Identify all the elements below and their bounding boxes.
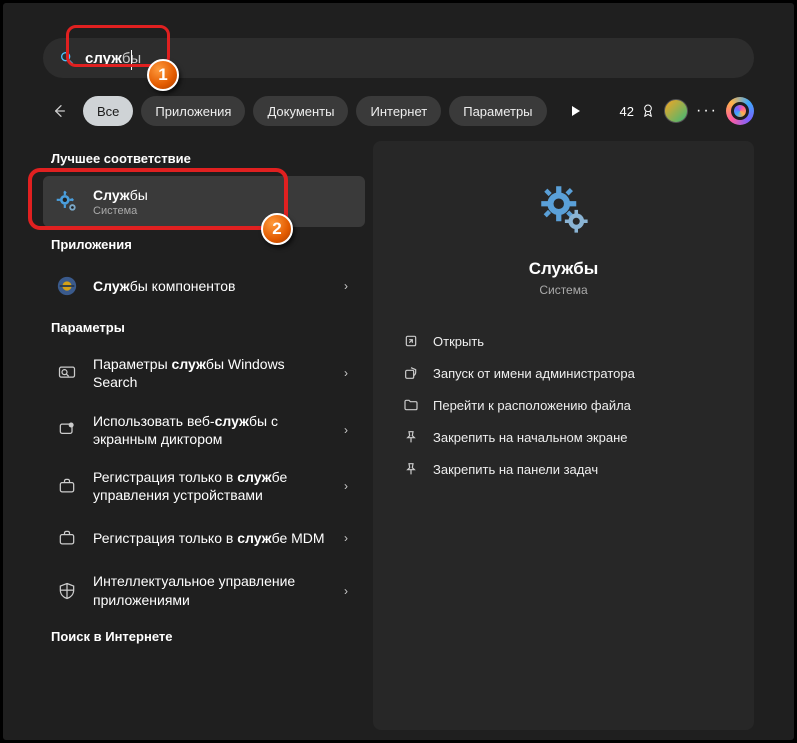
pin-icon bbox=[403, 429, 419, 445]
action-label: Перейти к расположению файла bbox=[433, 398, 631, 413]
back-button[interactable] bbox=[43, 95, 75, 127]
action-pin-taskbar[interactable]: Закрепить на панели задач bbox=[393, 453, 734, 485]
filter-all[interactable]: Все bbox=[83, 96, 133, 126]
open-icon bbox=[403, 333, 419, 349]
setting-device-mgmt[interactable]: Регистрация только в службе управления у… bbox=[43, 458, 365, 514]
briefcase-icon bbox=[53, 524, 81, 552]
setting-smart-app-control[interactable]: Интеллектуальное управление приложениями… bbox=[43, 562, 365, 618]
chevron-right-icon: › bbox=[337, 479, 355, 493]
result-title: Интеллектуальное управление приложениями bbox=[93, 572, 325, 608]
result-title: Регистрация только в службе управления у… bbox=[93, 468, 325, 504]
chevron-right-icon: › bbox=[337, 366, 355, 380]
copilot-icon[interactable] bbox=[726, 97, 754, 125]
results-column: Лучшее соответствие bbox=[43, 141, 365, 730]
best-match-item[interactable]: Службы Система bbox=[43, 176, 365, 227]
filter-more-button[interactable] bbox=[561, 96, 591, 126]
search-input[interactable]: службы bbox=[85, 50, 141, 67]
detail-title: Службы bbox=[393, 259, 734, 279]
action-open[interactable]: Открыть bbox=[393, 325, 734, 357]
action-run-as-admin[interactable]: Запуск от имени администратора bbox=[393, 357, 734, 389]
action-label: Закрепить на начальном экране bbox=[433, 430, 628, 445]
chevron-right-icon: › bbox=[337, 279, 355, 293]
result-title: Регистрация только в службе MDM bbox=[93, 529, 325, 547]
filter-documents[interactable]: Документы bbox=[253, 96, 348, 126]
briefcase-icon bbox=[53, 472, 81, 500]
annotation-marker-2: 2 bbox=[261, 213, 293, 245]
section-web: Поиск в Интернете bbox=[43, 619, 365, 654]
best-match-title: Службы bbox=[93, 186, 355, 204]
app-component-services[interactable]: Службы компонентов › bbox=[43, 262, 365, 310]
filter-settings[interactable]: Параметры bbox=[449, 96, 546, 126]
medal-icon bbox=[640, 103, 656, 119]
user-avatar[interactable] bbox=[664, 99, 688, 123]
shield-icon bbox=[53, 577, 81, 605]
services-icon bbox=[53, 188, 81, 216]
chevron-right-icon: › bbox=[337, 584, 355, 598]
start-search-window: службы 1 Все Приложения Документы Интерн… bbox=[0, 0, 797, 743]
result-title: Использовать веб-службы с экранным дикто… bbox=[93, 412, 325, 448]
search-settings-icon bbox=[53, 359, 81, 387]
play-icon bbox=[571, 106, 581, 116]
search-icon bbox=[59, 50, 75, 66]
annotation-marker-1: 1 bbox=[147, 59, 179, 91]
result-title: Параметры службы Windows Search bbox=[93, 355, 325, 391]
section-best-match: Лучшее соответствие bbox=[43, 141, 365, 176]
filter-web[interactable]: Интернет bbox=[356, 96, 441, 126]
narrator-icon bbox=[53, 416, 81, 444]
more-menu[interactable]: ··· bbox=[696, 102, 718, 120]
action-open-location[interactable]: Перейти к расположению файла bbox=[393, 389, 734, 421]
detail-panel: Службы Система Открыть Запуск от имени а… bbox=[373, 141, 754, 730]
best-match-subtitle: Система bbox=[93, 205, 355, 217]
detail-app-icon bbox=[532, 177, 596, 241]
rewards-points[interactable]: 42 bbox=[620, 103, 656, 119]
action-pin-start[interactable]: Закрепить на начальном экране bbox=[393, 421, 734, 453]
action-label: Открыть bbox=[433, 334, 484, 349]
detail-subtitle: Система bbox=[393, 283, 734, 297]
chevron-right-icon: › bbox=[337, 423, 355, 437]
filter-apps[interactable]: Приложения bbox=[141, 96, 245, 126]
action-label: Запуск от имени администратора bbox=[433, 366, 635, 381]
setting-mdm[interactable]: Регистрация только в службе MDM › bbox=[43, 514, 365, 562]
result-title: Службы компонентов bbox=[93, 277, 325, 295]
chevron-right-icon: › bbox=[337, 531, 355, 545]
setting-narrator-web[interactable]: Использовать веб-службы с экранным дикто… bbox=[43, 402, 365, 458]
filter-row: Все Приложения Документы Интернет Параме… bbox=[43, 93, 754, 129]
folder-icon bbox=[403, 397, 419, 413]
admin-icon bbox=[403, 365, 419, 381]
pin-icon bbox=[403, 461, 419, 477]
setting-windows-search[interactable]: Параметры службы Windows Search › bbox=[43, 345, 365, 401]
action-label: Закрепить на панели задач bbox=[433, 462, 598, 477]
section-apps: Приложения bbox=[43, 227, 365, 262]
section-settings: Параметры bbox=[43, 310, 365, 345]
component-services-icon bbox=[53, 272, 81, 300]
rewards-points-value: 42 bbox=[620, 104, 634, 119]
arrow-left-icon bbox=[51, 103, 67, 119]
